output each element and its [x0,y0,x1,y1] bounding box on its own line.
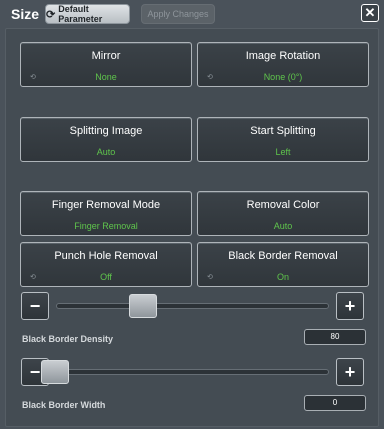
punch-hole-removal-button[interactable]: Punch Hole Removal ⟲ Off [20,242,192,287]
density-value-field[interactable]: 80 [304,329,366,345]
finger-removal-mode-button[interactable]: Finger Removal Mode Finger Removal [20,191,192,236]
density-increase-button[interactable]: + [336,292,364,320]
punch-hole-removal-label: Punch Hole Removal [54,250,158,262]
minus-icon: − [29,295,41,316]
density-slider-track[interactable] [56,303,329,309]
finger-removal-mode-label: Finger Removal Mode [51,199,161,211]
default-parameter-button[interactable]: ⟳ Default Parameter [45,4,130,24]
start-splitting-button[interactable]: Start Splitting Left [197,117,369,162]
removal-color-value: Auto [273,221,293,231]
width-value-field[interactable]: 0 [304,395,366,411]
punch-hole-removal-value: Off [100,272,112,282]
width-slider-track[interactable] [56,369,329,375]
density-slider-handle[interactable] [129,294,157,318]
image-rotation-label: Image Rotation [245,50,321,62]
black-border-removal-label: Black Border Removal [228,250,338,262]
removal-color-label: Removal Color [246,199,320,211]
width-label: Black Border Width [22,400,106,410]
minus-icon: − [29,361,41,382]
settings-panel: Mirror ⟲ None Image Rotation ⟲ None (0°)… [5,28,379,427]
width-slider-handle[interactable] [41,360,69,384]
start-splitting-value: Left [275,147,291,157]
refresh-icon: ⟳ [46,8,56,21]
splitting-image-value: Auto [96,147,116,157]
apply-changes-label: Apply Changes [147,9,209,19]
splitting-image-button[interactable]: Splitting Image Auto [20,117,192,162]
finger-removal-mode-value: Finger Removal [74,221,138,231]
dialog-header: Size ⟳ Default Parameter Apply Changes ✕ [0,0,384,28]
removal-color-button[interactable]: Removal Color Auto [197,191,369,236]
default-parameter-label: Default Parameter [58,4,103,24]
black-border-removal-value: On [276,272,289,282]
mirror-value: None [95,72,117,82]
density-label: Black Border Density [22,334,114,344]
mirror-button[interactable]: Mirror ⟲ None [20,42,192,87]
width-increase-button[interactable]: + [336,358,364,386]
black-border-removal-button[interactable]: Black Border Removal ⟲ On [197,242,369,287]
dialog-title: Size [11,6,40,22]
plus-icon: + [344,295,356,316]
splitting-image-label: Splitting Image [69,125,143,137]
plus-icon: + [344,361,356,382]
density-decrease-button[interactable]: − [21,292,49,320]
apply-changes-button[interactable]: Apply Changes [141,4,215,24]
image-rotation-value: None (0°) [263,72,303,82]
mirror-label: Mirror [91,50,121,62]
close-button[interactable]: ✕ [361,4,379,22]
close-icon: ✕ [364,5,376,20]
start-splitting-label: Start Splitting [250,125,316,137]
image-rotation-button[interactable]: Image Rotation ⟲ None (0°) [197,42,369,87]
